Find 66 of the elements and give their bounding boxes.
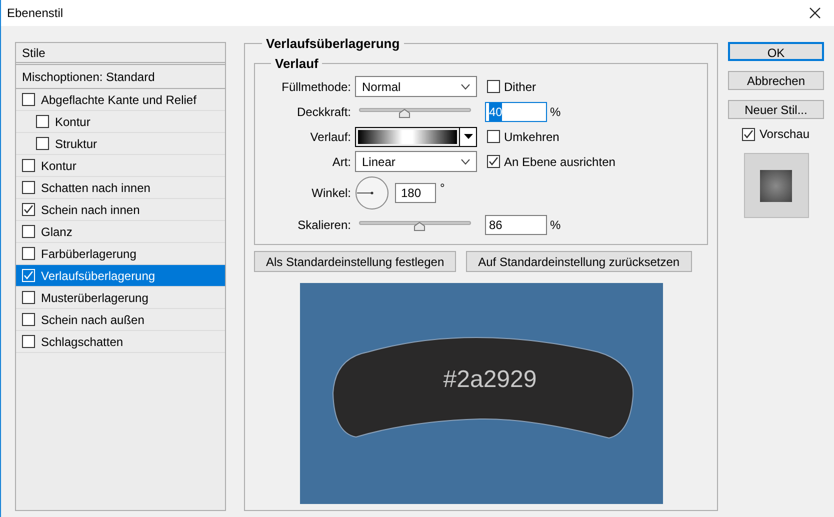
style-item[interactable]: Mischoptionen: Standard — [16, 65, 225, 89]
checkbox[interactable] — [22, 181, 35, 194]
chevron-down-icon — [461, 84, 470, 90]
style-item[interactable]: Kontur — [16, 111, 225, 133]
style-item[interactable]: Struktur — [16, 133, 225, 155]
unit-label: % — [550, 216, 561, 234]
checkbox[interactable] — [487, 155, 500, 168]
blend-mode-dropdown[interactable]: Normal — [355, 76, 477, 97]
dialog-button[interactable]: Abbrechen — [728, 71, 824, 90]
dropdown-arrow-icon — [464, 134, 472, 139]
checkbox[interactable] — [22, 159, 35, 172]
chevron-down-icon — [461, 158, 470, 164]
dialog-button[interactable]: OK — [728, 42, 824, 61]
field-label: Deckkraft: — [296, 104, 352, 120]
style-item[interactable]: Schlagschatten — [16, 331, 225, 353]
checkbox[interactable] — [22, 93, 35, 106]
checkbox[interactable] — [22, 225, 35, 238]
field-label: Verlauf: — [309, 128, 352, 146]
preview-thumbnail — [744, 153, 808, 218]
checkbox[interactable] — [22, 291, 35, 304]
gradient-picker[interactable] — [355, 126, 477, 146]
style-item[interactable]: Schein nach innen — [16, 199, 225, 221]
checkbox-label: Dither — [504, 78, 536, 96]
panel-title: Verlaufsüberlagerung — [265, 35, 401, 53]
opacity-field[interactable]: 40 — [485, 102, 547, 122]
canvas-drawing: #2a2929 — [300, 283, 662, 504]
default-button[interactable]: Als Standardeinstellung festlegen — [254, 251, 456, 272]
check-icon — [488, 156, 499, 167]
list-header: Stile — [16, 43, 225, 65]
style-dropdown[interactable]: Linear — [355, 151, 477, 172]
checkbox[interactable] — [36, 115, 49, 128]
check-icon — [23, 204, 34, 215]
style-item[interactable]: Kontur — [16, 155, 225, 177]
check-icon — [743, 128, 754, 140]
checkbox[interactable] — [36, 137, 49, 150]
field-label: Winkel: — [310, 185, 352, 202]
style-item[interactable]: Schein nach außen — [16, 309, 225, 331]
checkbox[interactable] — [487, 130, 500, 143]
close-icon[interactable] — [809, 7, 821, 19]
checkbox[interactable] — [22, 203, 35, 216]
unit-label: % — [550, 104, 561, 120]
group-title: Verlauf — [274, 54, 320, 72]
window-title: Ebenenstil — [7, 5, 64, 22]
check-icon — [23, 270, 34, 281]
checkbox[interactable] — [22, 335, 35, 348]
checkbox[interactable] — [22, 313, 35, 326]
checkbox-label: An Ebene ausrichten — [504, 154, 616, 170]
field-label: Skalieren: — [296, 216, 352, 234]
unit-label: ° — [440, 180, 445, 197]
style-item[interactable]: Musterüberlagerung — [16, 287, 225, 309]
dialog-button[interactable]: Neuer Stil... — [728, 100, 824, 119]
checkbox[interactable] — [742, 128, 756, 140]
style-item[interactable]: Verlaufsüberlagerung — [16, 265, 225, 287]
scale-field[interactable]: 86 — [485, 214, 547, 234]
field-label: Füllmethode: — [280, 78, 352, 96]
checkbox[interactable] — [22, 247, 35, 260]
checkbox[interactable] — [487, 80, 500, 93]
style-item[interactable]: Schatten nach innen — [16, 177, 225, 199]
style-item[interactable]: Glanz — [16, 221, 225, 243]
default-button[interactable]: Auf Standardeinstellung zurücksetzen — [466, 251, 692, 272]
checkbox-label: Vorschau — [759, 126, 810, 143]
angle-field[interactable]: 180 — [395, 183, 436, 203]
checkbox-label: Umkehren — [504, 128, 560, 146]
angle-dial[interactable] — [355, 176, 389, 210]
field-label: Art: — [331, 154, 352, 170]
style-item[interactable]: Abgeflachte Kante und Relief — [16, 89, 225, 111]
